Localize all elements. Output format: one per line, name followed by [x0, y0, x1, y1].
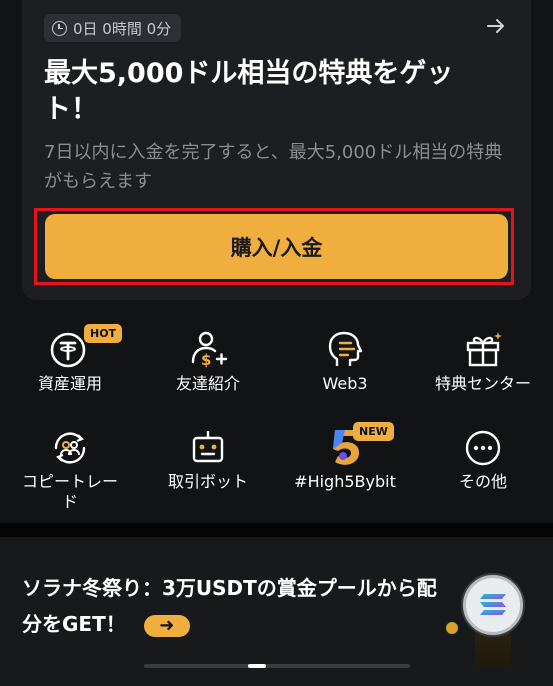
buy-deposit-button[interactable]: 購入/入金 — [45, 214, 508, 279]
shortcut-referral-label: 友達紹介 — [175, 374, 240, 393]
robot-icon — [186, 426, 230, 470]
shortcut-copy-trade-label: コピートレード — [21, 472, 118, 511]
arrow-right-icon[interactable] — [484, 15, 508, 39]
app-screen: 0日 0時間 0分 最大5,000ドル相当の特典をゲット！ 7日以内に入金を完了… — [0, 0, 553, 686]
shortcut-more[interactable]: その他 — [423, 426, 543, 516]
carousel-indicator-active — [248, 664, 266, 668]
shortcut-rewards[interactable]: 特典センター — [423, 328, 543, 418]
carousel-indicator — [144, 664, 410, 668]
solana-coin-icon — [463, 575, 523, 635]
svg-text:$: $ — [201, 351, 211, 369]
section-divider — [0, 523, 553, 537]
clock-icon — [52, 20, 67, 36]
add-user-dollar-icon: $ — [186, 328, 230, 372]
web3-head-icon — [323, 328, 367, 372]
countdown-timer: 0日 0時間 0分 — [44, 14, 182, 42]
arrow-right-svg — [487, 19, 504, 33]
shortcut-web3-label: Web3 — [322, 374, 368, 393]
promo-title: 最大5,000ドル相当の特典をゲット！ — [44, 58, 454, 125]
countdown-text: 0日 0時間 0分 — [73, 19, 172, 38]
shortcut-copy-trade[interactable]: コピートレード — [10, 426, 130, 516]
copy-trade-icon — [48, 426, 92, 470]
shortcut-trading-bot-label: 取引ボット — [167, 472, 248, 491]
shortcut-more-label: その他 — [458, 472, 507, 491]
more-dots-icon — [461, 426, 505, 470]
gift-icon — [461, 328, 505, 372]
gold-coin-graphic — [446, 622, 458, 634]
banner-text-block: ソラナ冬祭り：3万USDTの賞金プールから配分をGET！ ➜ — [22, 570, 442, 642]
shortcut-earn[interactable]: HOT 資産運用 — [10, 324, 130, 418]
new-badge: NEW — [353, 422, 394, 441]
shortcut-trading-bot[interactable]: 取引ボット — [148, 426, 268, 516]
promo-description: 7日以内に入金を完了すると、最大5,000ドル相当の特典がもらえます — [44, 142, 503, 192]
shortcut-web3[interactable]: Web3 — [285, 328, 405, 418]
arrow-right-icon[interactable]: ➜ — [143, 614, 190, 637]
shortcut-rewards-label: 特典センター — [434, 374, 531, 393]
shortcut-high5-label: #High5Bybit — [294, 472, 396, 491]
shortcut-earn-label: 資産運用 — [37, 374, 102, 393]
shortcut-high5[interactable]: NEW #High5Bybit — [285, 422, 405, 516]
shortcut-referral[interactable]: $ 友達紹介 — [148, 328, 268, 418]
hot-badge: HOT — [84, 324, 123, 343]
banner-text: ソラナ冬祭り：3万USDTの賞金プールから配分をGET！ — [22, 576, 437, 636]
promo-banner[interactable]: ソラナ冬祭り：3万USDTの賞金プールから配分をGET！ ➜ — [0, 537, 553, 686]
